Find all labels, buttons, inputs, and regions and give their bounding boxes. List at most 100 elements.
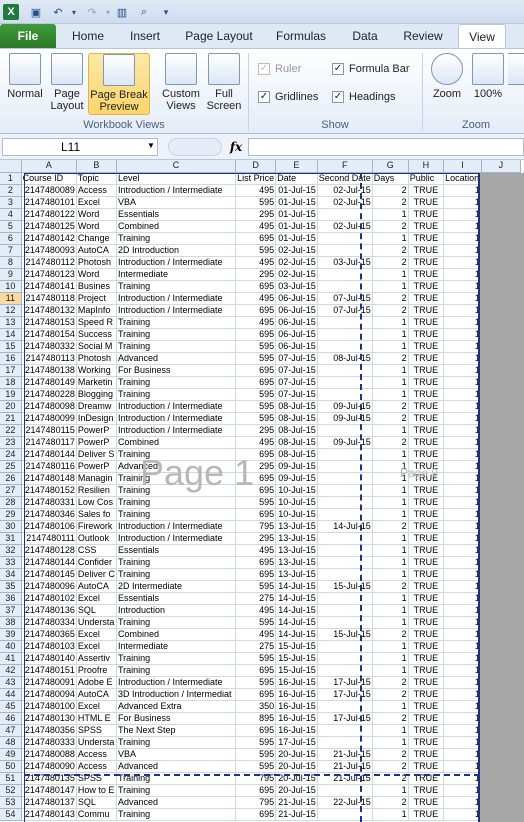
cell[interactable]: 595 xyxy=(235,616,277,629)
cell[interactable]: 695 xyxy=(235,304,277,317)
cell[interactable]: 2147480138 xyxy=(21,364,77,377)
column-header[interactable]: B xyxy=(76,160,117,173)
cell[interactable]: TRUE xyxy=(408,688,445,701)
cell[interactable]: 1 xyxy=(443,436,482,449)
cell[interactable]: 2 xyxy=(372,580,409,593)
cell[interactable]: 14-Jul-15 xyxy=(275,616,318,629)
cell[interactable]: 2147480101 xyxy=(21,196,77,209)
cell[interactable] xyxy=(317,592,373,605)
cell[interactable]: 2 xyxy=(372,520,409,533)
cell[interactable]: 03-Jul-15 xyxy=(317,256,373,269)
page-layout-view-button[interactable]: Page Layout xyxy=(48,53,86,115)
cell[interactable]: Dreamw xyxy=(76,400,117,413)
cell[interactable]: 495 xyxy=(235,544,277,557)
cell[interactable]: 1 xyxy=(372,640,409,653)
cell[interactable]: TRUE xyxy=(408,580,445,593)
row-header[interactable]: 50 xyxy=(0,760,22,773)
tab-review[interactable]: Review xyxy=(396,24,450,48)
excel-icon[interactable]: X xyxy=(3,4,19,20)
cell[interactable]: 20-Jul-15 xyxy=(275,748,318,761)
cell[interactable] xyxy=(317,736,373,749)
cell[interactable]: Deliver C xyxy=(76,568,117,581)
cell[interactable]: 03-Jul-15 xyxy=(275,280,318,293)
cell[interactable]: TRUE xyxy=(408,520,445,533)
cell[interactable]: Training xyxy=(116,508,237,521)
cell[interactable]: 13-Jul-15 xyxy=(275,568,318,581)
cell[interactable]: 21-Jul-15 xyxy=(317,760,373,773)
cell[interactable]: 16-Jul-15 xyxy=(275,700,318,713)
cell[interactable]: Training xyxy=(116,808,237,821)
cell[interactable]: 08-Jul-15 xyxy=(275,424,318,437)
cell[interactable]: 1 xyxy=(372,496,409,509)
cell[interactable]: 1 xyxy=(372,700,409,713)
cell[interactable]: PowerP xyxy=(76,424,117,437)
cell[interactable]: Training xyxy=(116,232,237,245)
cell[interactable]: 2147480091 xyxy=(21,676,77,689)
cell[interactable]: 595 xyxy=(235,196,277,209)
cell[interactable]: 1 xyxy=(443,388,482,401)
cell[interactable]: 07-Jul-15 xyxy=(275,388,318,401)
cell[interactable]: Introduction / Intermediate xyxy=(116,532,237,545)
cell[interactable]: Introduction / Intermediate xyxy=(116,400,237,413)
cell[interactable]: Essentials xyxy=(116,544,237,557)
cell[interactable]: 695 xyxy=(235,328,277,341)
cell[interactable]: 09-Jul-15 xyxy=(275,472,318,485)
cell[interactable]: 2147480333 xyxy=(21,736,77,749)
cell[interactable]: 1 xyxy=(443,496,482,509)
cell[interactable]: 07-Jul-15 xyxy=(317,304,373,317)
cell[interactable]: Advanced xyxy=(116,760,237,773)
chart-icon[interactable]: ▥ xyxy=(114,4,130,20)
cell[interactable]: Training xyxy=(116,280,237,293)
row-header[interactable]: 23 xyxy=(0,436,22,449)
cell[interactable]: 595 xyxy=(235,736,277,749)
cell[interactable]: TRUE xyxy=(408,784,445,797)
cell[interactable]: 1 xyxy=(443,484,482,497)
row-header[interactable]: 5 xyxy=(0,220,22,233)
cell[interactable]: 495 xyxy=(235,436,277,449)
cell[interactable]: Training xyxy=(116,568,237,581)
row-header[interactable]: 3 xyxy=(0,196,22,209)
cell[interactable]: TRUE xyxy=(408,496,445,509)
cell[interactable]: 495 xyxy=(235,292,277,305)
cell[interactable]: Success xyxy=(76,328,117,341)
row-header[interactable]: 10 xyxy=(0,280,22,293)
cell[interactable]: TRUE xyxy=(408,448,445,461)
cell[interactable]: SPSS xyxy=(76,724,117,737)
cell[interactable]: Training xyxy=(116,316,237,329)
column-header[interactable]: A xyxy=(21,160,77,173)
cell[interactable]: 1 xyxy=(443,424,482,437)
redo-icon[interactable]: ↷ xyxy=(84,4,100,20)
cell[interactable]: 695 xyxy=(235,508,277,521)
cell[interactable]: 2147480122 xyxy=(21,208,77,221)
cell[interactable]: 1 xyxy=(443,676,482,689)
cell[interactable]: 1 xyxy=(443,532,482,545)
custom-views-button[interactable]: Custom Views xyxy=(158,53,204,115)
cell[interactable]: 15-Jul-15 xyxy=(275,640,318,653)
cell[interactable] xyxy=(317,340,373,353)
cell[interactable]: TRUE xyxy=(408,412,445,425)
row-header[interactable]: 37 xyxy=(0,604,22,617)
row-header[interactable]: 53 xyxy=(0,796,22,809)
cell[interactable]: 13-Jul-15 xyxy=(275,556,318,569)
cell[interactable]: TRUE xyxy=(408,748,445,761)
cell[interactable]: 2147480147 xyxy=(21,784,77,797)
cell[interactable]: 1 xyxy=(443,352,482,365)
cell[interactable]: 2147480143 xyxy=(21,808,77,821)
row-header[interactable]: 43 xyxy=(0,676,22,689)
row-header[interactable]: 29 xyxy=(0,508,22,521)
cell[interactable]: 595 xyxy=(235,388,277,401)
cell[interactable] xyxy=(317,424,373,437)
cell[interactable]: 2147480148 xyxy=(21,472,77,485)
cell[interactable]: 2147480118 xyxy=(21,292,77,305)
cell[interactable]: TRUE xyxy=(408,436,445,449)
cell[interactable]: 2 xyxy=(372,304,409,317)
cell[interactable]: 295 xyxy=(235,208,277,221)
cell[interactable]: 495 xyxy=(235,628,277,641)
cell[interactable]: 17-Jul-15 xyxy=(275,736,318,749)
cell[interactable] xyxy=(317,364,373,377)
cell[interactable] xyxy=(317,460,373,473)
cell[interactable]: 1 xyxy=(372,340,409,353)
formula-bar-checkbox[interactable]: ✓ Formula Bar xyxy=(332,63,410,75)
cell[interactable]: Access xyxy=(76,748,117,761)
cell[interactable] xyxy=(317,508,373,521)
